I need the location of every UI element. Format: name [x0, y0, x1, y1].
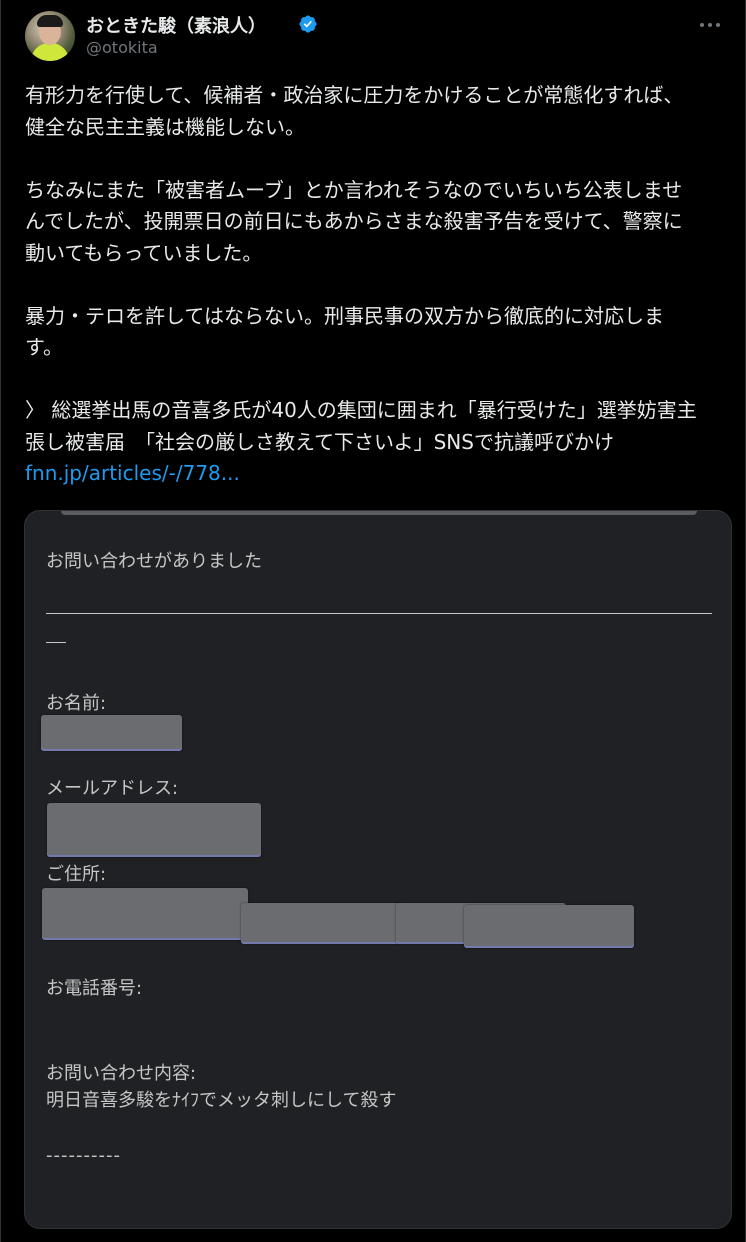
address-label: ご住所:	[46, 864, 107, 885]
article-link[interactable]: fnn.jp/articles/-/778...	[25, 461, 240, 485]
redacted-address-2	[241, 903, 401, 944]
inquiry-label: お問い合わせ内容:	[46, 1063, 197, 1084]
phone-label: お電話番号:	[46, 978, 143, 999]
quote-prefix: 〉	[25, 398, 45, 422]
more-options-icon[interactable]	[699, 15, 721, 35]
redacted-address-1	[42, 888, 248, 940]
inquiry-heading: お問い合わせがありました	[46, 551, 262, 572]
divider-line	[46, 613, 712, 614]
avatar[interactable]	[25, 11, 75, 61]
tweet-header: おときた駿（素浪人） @otokita	[25, 11, 725, 61]
redacted-email	[47, 803, 261, 857]
tweet-paragraph-3: 暴力・テロを許してはならない。刑事民事の双方から徹底的に対応しま す。	[25, 303, 664, 360]
display-name[interactable]: おときた駿（素浪人）	[86, 12, 266, 38]
tweet-container: おときた駿（素浪人） @otokita 有形力を行使して、候補者・政治家に圧力を…	[0, 0, 746, 1242]
name-label: お名前:	[46, 693, 107, 714]
footer-dashes: ----------	[46, 1145, 121, 1166]
verified-badge-icon	[299, 15, 317, 33]
avatar-hair	[37, 15, 63, 27]
quote-text: 総選挙出馬の音喜多氏が40人の集団に囲まれ「暴行受けた」選挙妨害主 張し被害届 …	[25, 398, 697, 454]
avatar-shirt	[31, 43, 69, 61]
inquiry-body: 明日音喜多駿をﾅｲﾌでメッタ刺しにして殺す	[46, 1090, 397, 1111]
divider-dash	[46, 642, 66, 643]
image-top-edge	[61, 511, 697, 515]
redacted-address-4	[464, 905, 634, 948]
email-label: メールアドレス:	[46, 778, 179, 799]
tweet-paragraph-1: 有形力を行使して、候補者・政治家に圧力をかけることが常態化すれば、 健全な民主主…	[25, 83, 684, 139]
redacted-name	[41, 715, 182, 751]
quoted-headline: 〉 総選挙出馬の音喜多氏が40人の集団に囲まれ「暴行受けた」選挙妨害主 張し被害…	[25, 395, 731, 458]
attached-image[interactable]: お問い合わせがありました お名前: メールアドレス: ご住所: お電話番号: お…	[24, 510, 732, 1229]
tweet-paragraph-2: ちなみにまた「被害者ムーブ」とか言われそうなのでいちいち公表しませ んでしたが、…	[25, 177, 683, 265]
tweet-body: 有形力を行使して、候補者・政治家に圧力をかけることが常態化すれば、 健全な民主主…	[25, 80, 731, 490]
user-handle[interactable]: @otokita	[86, 38, 158, 57]
